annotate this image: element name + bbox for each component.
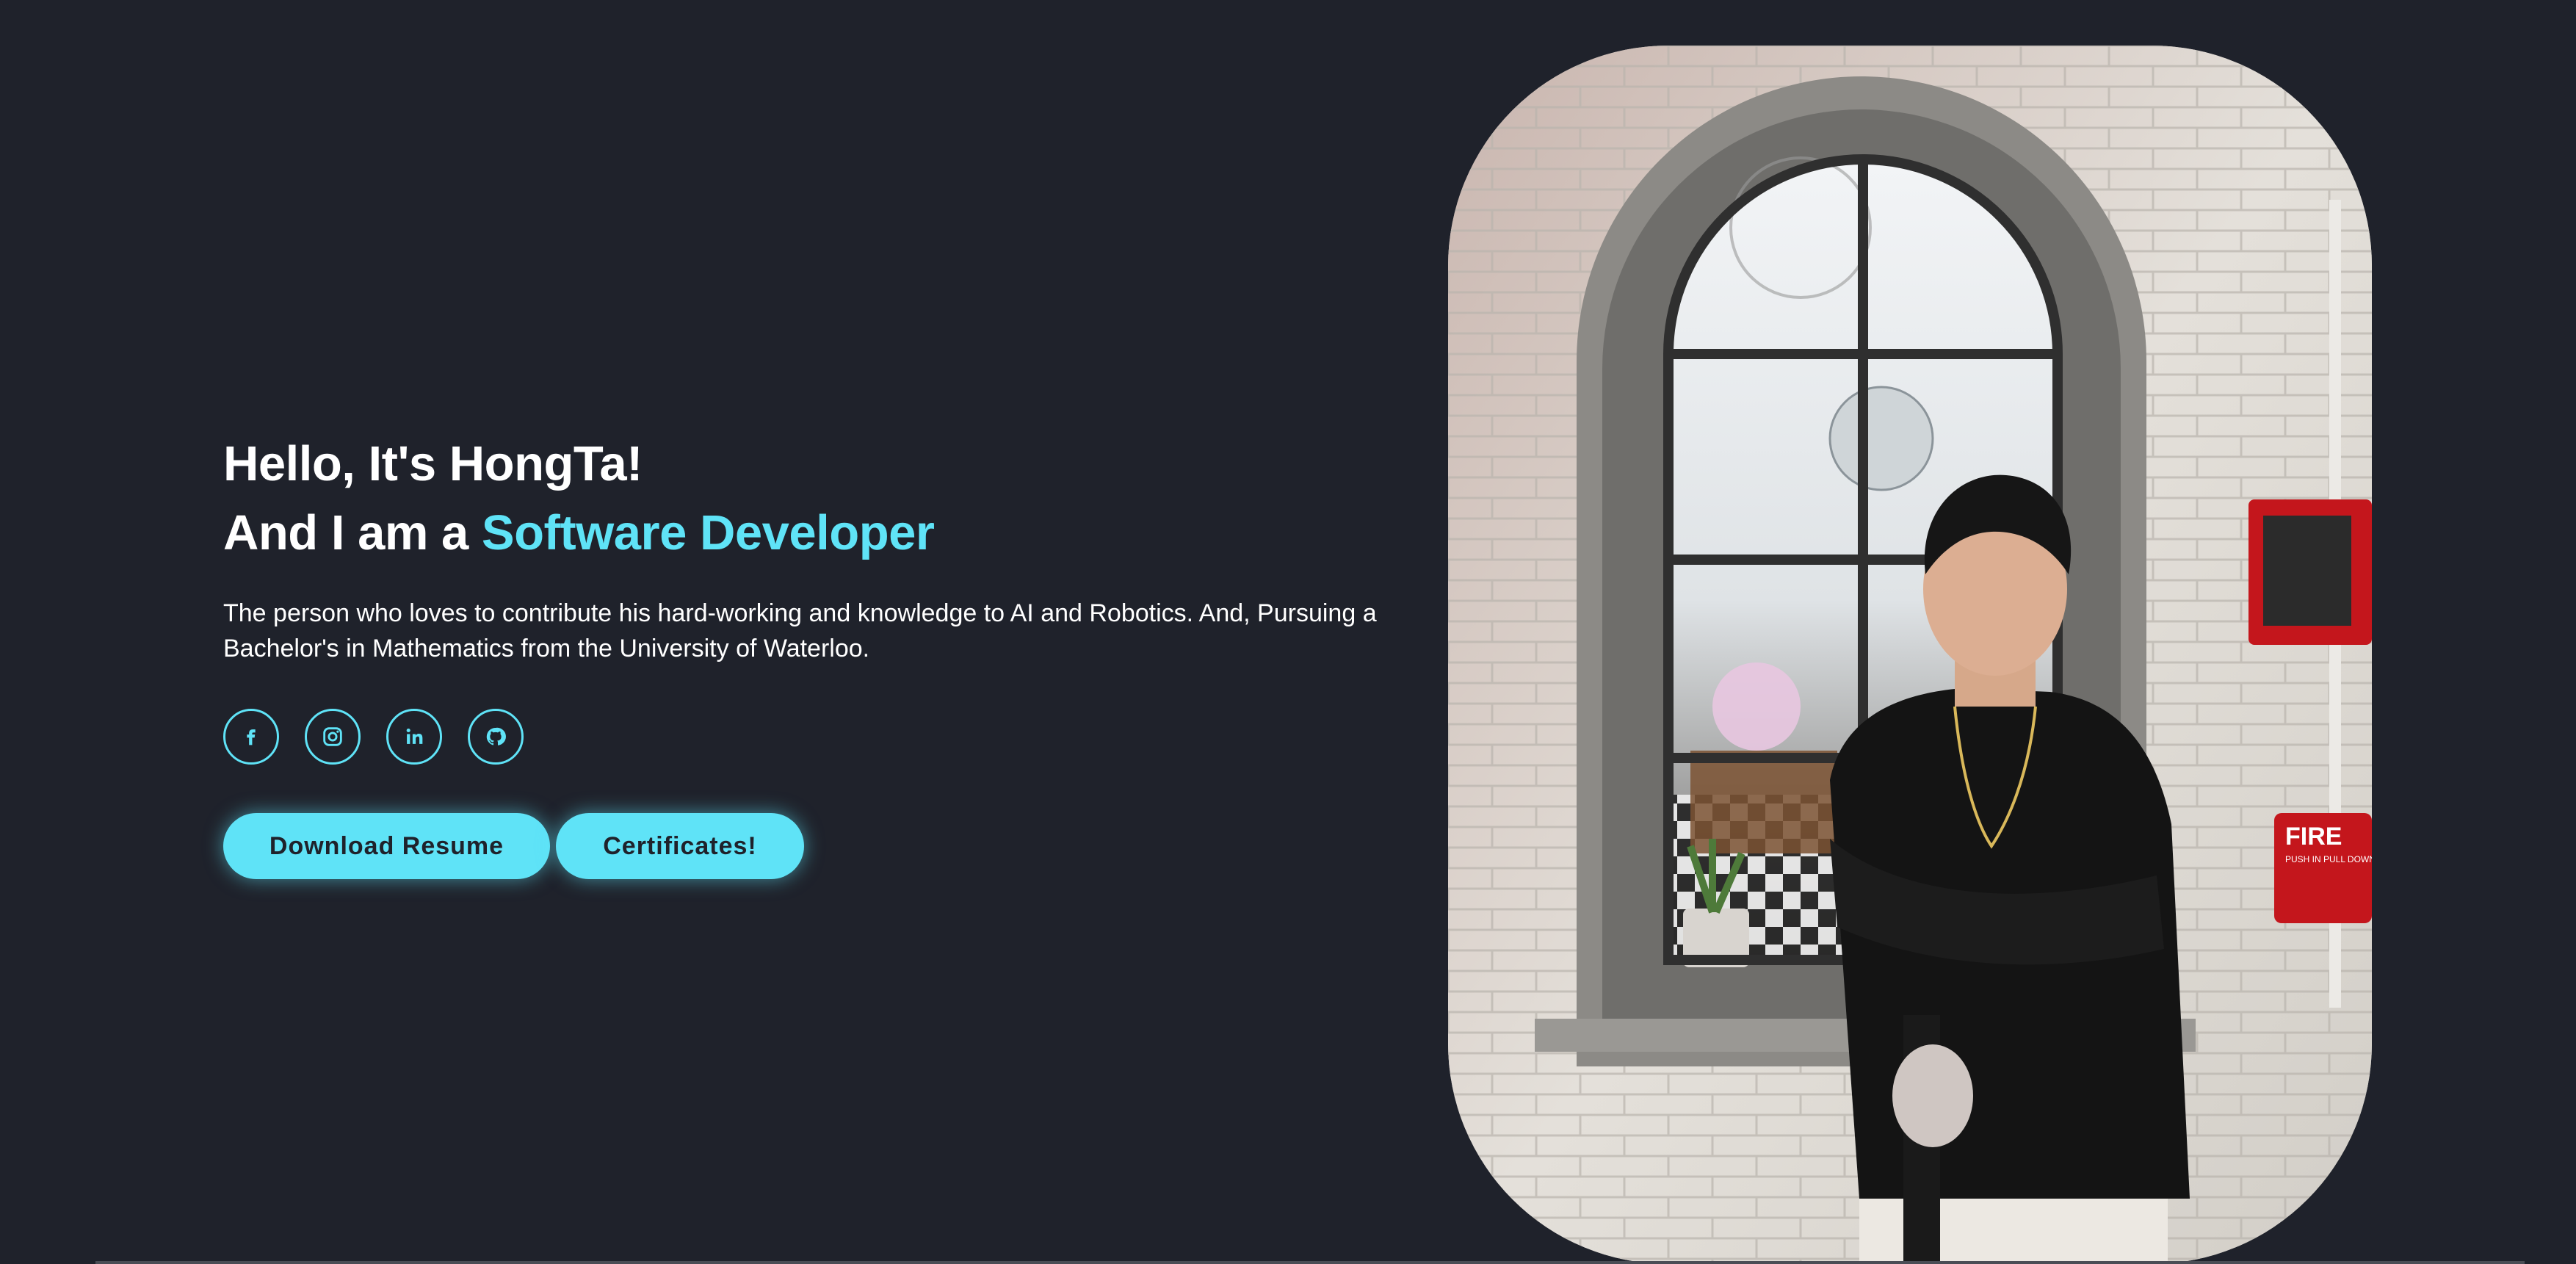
fire-sign-subtext: PUSH IN PULL DOWN: [2285, 854, 2372, 864]
certificates-button[interactable]: Certificates!: [556, 813, 804, 879]
github-link[interactable]: [468, 709, 524, 765]
hero-title: And I am a Software Developer: [223, 499, 1472, 568]
page: Hello, It's HongTa! And I am a Software …: [0, 0, 2576, 1264]
social-links: [223, 709, 1472, 765]
hero-bio: The person who loves to contribute his h…: [223, 599, 1377, 662]
fire-alarm-keypad: [2263, 516, 2351, 626]
hero-actions: Download Resume Certificates!: [223, 813, 1472, 879]
facebook-link[interactable]: [223, 709, 279, 765]
download-resume-button[interactable]: Download Resume: [223, 813, 550, 879]
facebook-icon: [247, 729, 256, 745]
linkedin-icon: [406, 728, 423, 744]
section-divider: [95, 1261, 2525, 1264]
interior-pendant-lamp: [1828, 386, 1934, 491]
instagram-link[interactable]: [305, 709, 361, 765]
hero-greeting: Hello, It's HongTa!: [223, 436, 643, 491]
interior-furniture: [1690, 751, 1837, 853]
interior-orchid: [1712, 662, 1801, 751]
github-icon: [486, 727, 506, 745]
hero-title-prefix: And I am a: [223, 505, 482, 560]
person-keychain: [1892, 1044, 1973, 1147]
instagram-icon: [323, 727, 342, 746]
hero-title-accent: Software Developer: [481, 505, 935, 560]
fire-sign-text: FIRE: [2285, 823, 2342, 851]
hero-section: Hello, It's HongTa! And I am a Software …: [223, 430, 1472, 879]
profile-photo-illustration: FIRE PUSH IN PULL DOWN: [1448, 46, 2372, 1264]
profile-photo: FIRE PUSH IN PULL DOWN: [1448, 46, 2372, 1264]
linkedin-link[interactable]: [386, 709, 442, 765]
